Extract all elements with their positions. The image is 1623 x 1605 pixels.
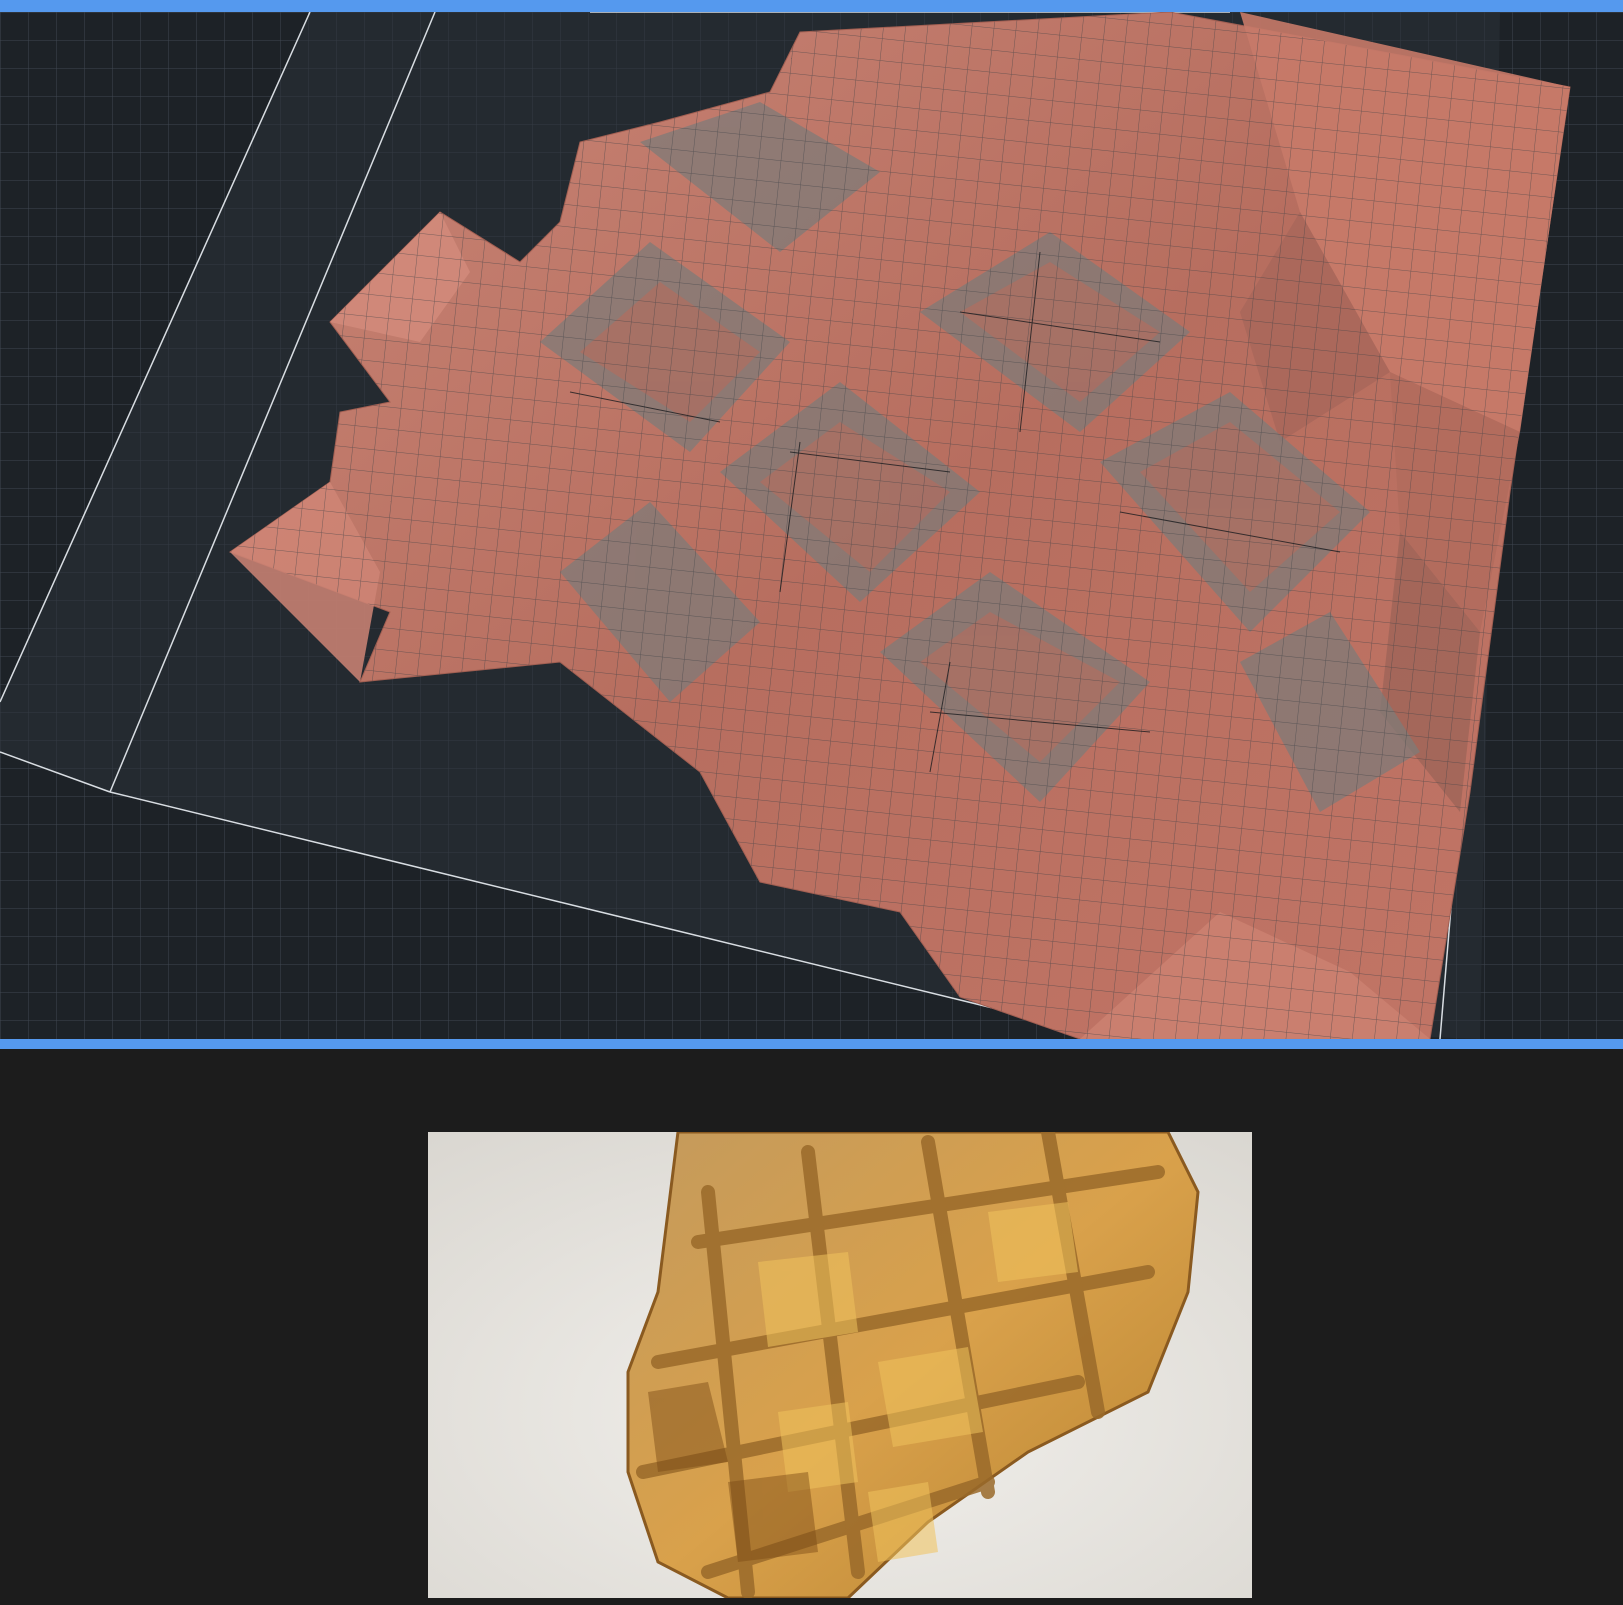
preview-panel (0, 1049, 1623, 1605)
app-window (0, 0, 1623, 1605)
3d-viewport[interactable] (0, 0, 1623, 1049)
waffle-photo-icon (428, 1132, 1252, 1598)
viewport-canvas[interactable] (0, 12, 1623, 1039)
waffle-photo (428, 1132, 1252, 1598)
